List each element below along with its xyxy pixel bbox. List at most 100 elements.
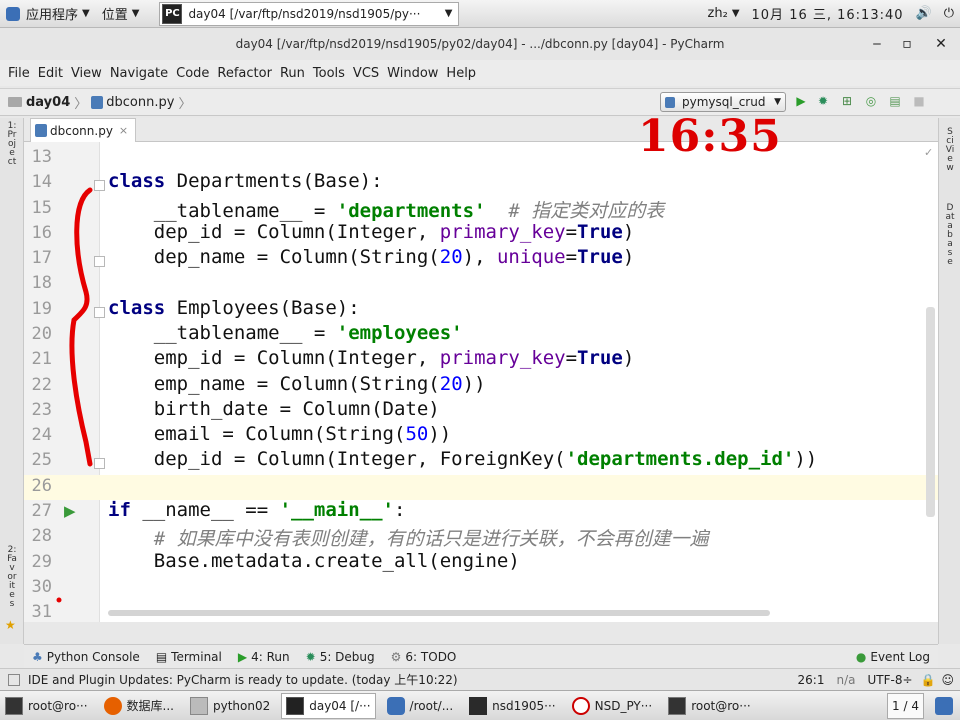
code-editor[interactable]: 13 14 15 16 17 18 19 20 21 22 23 24 25 2…: [24, 142, 938, 622]
todo-tool-button[interactable]: ⚙ 6: TODO: [391, 650, 457, 664]
database-tool-button[interactable]: Database: [945, 204, 955, 267]
taskbar-item-nsd1905[interactable]: nsd1905···: [464, 693, 560, 719]
status-message[interactable]: IDE and Plugin Updates: PyCharm is ready…: [28, 671, 458, 688]
line-number: 19: [31, 299, 52, 319]
taskbar-item-nsd-py[interactable]: NSD_PY···: [567, 693, 658, 719]
close-tab-icon[interactable]: ×: [119, 124, 128, 137]
folder-icon: [8, 97, 22, 107]
active-task-button[interactable]: PC day04 [/var/ftp/nsd2019/nsd1905/py··· ▼: [159, 1, 460, 26]
status-toggle-icon[interactable]: [8, 673, 20, 686]
code-line-19: class Employees(Base):: [108, 297, 360, 319]
line-number: 20: [31, 324, 52, 344]
menu-help[interactable]: Help: [442, 66, 480, 81]
menu-tools[interactable]: Tools: [309, 66, 349, 81]
menu-vcs[interactable]: VCS: [349, 66, 383, 81]
volume-icon[interactable]: 🔊: [910, 0, 938, 28]
fold-toggle-icon[interactable]: [94, 256, 105, 267]
favorites-tool-button[interactable]: 2:Favorites: [7, 546, 17, 609]
workspace-pager[interactable]: 1 / 4: [887, 692, 924, 719]
profile-button[interactable]: ◎: [862, 92, 880, 110]
menu-file[interactable]: File: [4, 66, 34, 81]
python-file-icon: [35, 124, 47, 137]
pycharm-icon: PC: [162, 3, 183, 24]
inspector-icon[interactable]: ☺: [941, 673, 954, 687]
apps-menu[interactable]: 应用程序 ▼: [0, 0, 96, 28]
line-number: 17: [31, 248, 52, 268]
menu-code[interactable]: Code: [172, 66, 213, 81]
menu-edit[interactable]: Edit: [34, 66, 67, 81]
menu-run[interactable]: Run: [276, 66, 309, 81]
horizontal-scrollbar[interactable]: [108, 610, 770, 616]
project-tool-button[interactable]: 1:Project: [7, 122, 17, 167]
line-number: 30: [31, 577, 52, 597]
concurrency-button[interactable]: ▤: [886, 92, 904, 110]
run-tool-button[interactable]: ▶ 4: Run: [238, 650, 290, 664]
taskbar-item-root[interactable]: /root/...: [382, 693, 459, 719]
debug-tool-button[interactable]: ✹ 5: Debug: [306, 650, 375, 664]
close-button[interactable]: ✕: [926, 28, 956, 60]
input-method-menu[interactable]: zh₂ ▼: [702, 0, 746, 28]
document-icon: [571, 696, 590, 715]
event-log-button[interactable]: ● Event Log: [856, 650, 930, 664]
fold-toggle-icon[interactable]: [94, 458, 105, 469]
line-separator[interactable]: n/a: [836, 673, 855, 687]
line-number: 27: [31, 501, 52, 521]
stop-button[interactable]: ■: [910, 92, 928, 110]
line-number: 31: [31, 602, 52, 622]
maximize-button[interactable]: ▫: [892, 28, 922, 60]
run-config-select[interactable]: pymysql_crud ▼: [660, 92, 786, 112]
menu-refactor[interactable]: Refactor: [213, 66, 276, 81]
coverage-button[interactable]: ⊞: [838, 92, 856, 110]
status-bar: IDE and Plugin Updates: PyCharm is ready…: [0, 668, 960, 690]
line-number: 22: [31, 375, 52, 395]
sciview-tool-button[interactable]: SciView: [945, 128, 955, 173]
python-file-icon: [91, 95, 104, 109]
vertical-scrollbar[interactable]: [926, 307, 935, 517]
menu-bar: File Edit View Navigate Code Refactor Ru…: [0, 60, 960, 86]
run-button[interactable]: ▶: [792, 92, 810, 110]
debug-button[interactable]: ✹: [814, 92, 832, 110]
code-line-16: dep_id = Column(Integer, primary_key=Tru…: [153, 221, 635, 243]
notification-icon[interactable]: [930, 693, 958, 719]
menu-view[interactable]: View: [67, 66, 106, 81]
menu-window[interactable]: Window: [383, 66, 442, 81]
python-console-button[interactable]: ♣ Python Console: [32, 650, 140, 664]
code-line-21: emp_id = Column(Integer, primary_key=Tru…: [153, 347, 635, 369]
terminal-button[interactable]: ▤ Terminal: [156, 650, 222, 664]
fold-toggle-icon[interactable]: [94, 307, 105, 318]
run-gutter-icon[interactable]: ▶: [64, 502, 76, 520]
editor-tab-row: dbconn.py ×: [24, 118, 938, 142]
clock-menu[interactable]: 10月 16 三, 16:13:40: [746, 0, 910, 28]
folder-icon: [189, 696, 208, 715]
caret-position[interactable]: 26:1: [798, 673, 825, 687]
file-encoding[interactable]: UTF-8÷: [867, 673, 912, 687]
taskbar-item-pycharm[interactable]: day04 [/···: [281, 692, 376, 719]
chevron-right-icon: 〉: [74, 96, 88, 112]
editor-tab-dbconn[interactable]: dbconn.py ×: [30, 118, 136, 142]
python-file-icon: [665, 96, 675, 108]
breadcrumb-project[interactable]: day04 〉: [8, 93, 91, 112]
terminal-icon: [668, 696, 687, 715]
window-title: day04 [/var/ftp/nsd2019/nsd1905/py02/day…: [235, 37, 725, 51]
chevron-down-icon: ▼: [774, 97, 781, 107]
pycharm-icon: [286, 696, 305, 715]
breadcrumb-file[interactable]: dbconn.py 〉: [91, 93, 191, 112]
terminal-icon: [5, 696, 23, 715]
lock-icon[interactable]: 🔒: [921, 673, 936, 687]
fold-toggle-icon[interactable]: [94, 180, 105, 191]
line-number: 24: [31, 425, 52, 445]
menu-navigate[interactable]: Navigate: [106, 66, 172, 81]
todo-icon: ⚙: [390, 649, 402, 664]
taskbar-item-firefox[interactable]: 数据库...: [99, 693, 179, 719]
taskbar-item-terminal-2[interactable]: root@ro···: [663, 693, 756, 719]
screen: 应用程序 ▼ 位置 ▼ PC day04 [/var/ftp/nsd2019/nsd1…: [0, 0, 960, 720]
chevron-down-icon: ▼: [444, 8, 453, 19]
taskbar-item-files[interactable]: python02: [185, 693, 275, 719]
power-icon[interactable]: ⏻: [938, 0, 960, 28]
minimize-button[interactable]: ‒: [862, 28, 892, 60]
inspection-ok-icon: ✓: [924, 146, 934, 159]
left-tool-strip: 1:Project 2:Favorites ★: [0, 118, 24, 644]
taskbar-item-terminal[interactable]: root@ro···: [0, 693, 93, 719]
video-icon: [469, 696, 488, 715]
places-menu[interactable]: 位置 ▼: [96, 0, 146, 28]
